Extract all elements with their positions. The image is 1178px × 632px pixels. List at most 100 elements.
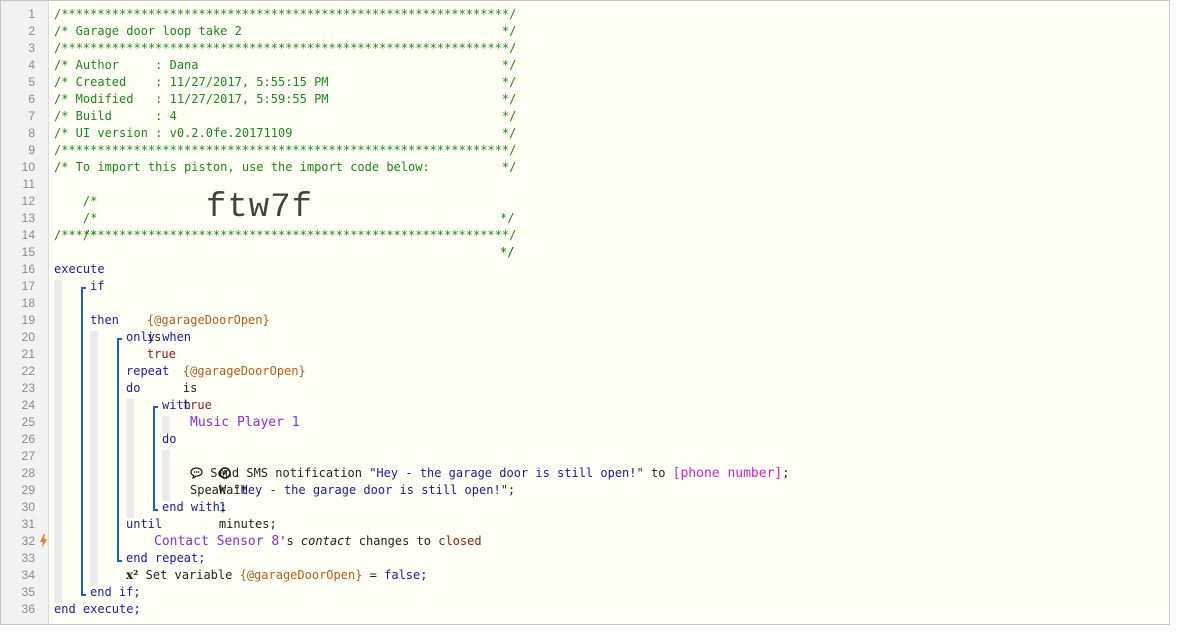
- comment-import-code-line: /* ftw7f */: [54, 191, 524, 259]
- line-number: 24: [21, 398, 35, 412]
- bracket-bottom: [117, 560, 122, 562]
- repeat-keyword[interactable]: repeat: [126, 363, 169, 380]
- line-number: 32: [21, 534, 35, 548]
- line-number: 23: [21, 381, 35, 395]
- line-number: 26: [21, 432, 35, 446]
- until-keyword[interactable]: until: [126, 516, 162, 533]
- sms-label: Send SMS notification: [210, 466, 362, 480]
- quote-close: ";: [500, 483, 516, 497]
- line-number: 29: [21, 483, 35, 497]
- device-music-player[interactable]: Music Player 1: [190, 414, 300, 431]
- line-number: 28: [21, 466, 35, 480]
- line-number: 12: [21, 194, 35, 208]
- line-number: 8: [28, 126, 35, 140]
- line-number: 7: [28, 109, 35, 123]
- bracket-bottom: [153, 509, 158, 511]
- variable-reference: {@garageDoorOpen}: [146, 313, 270, 327]
- comment-import-instructions: /* To import this piston, use the import…: [54, 160, 517, 174]
- semicolon: ;: [782, 466, 790, 480]
- comment-border: /***************************************…: [54, 41, 517, 55]
- sms-statement[interactable]: Send SMS notification "Hey - the garage …: [190, 465, 789, 482]
- lightning-bolt-icon: [40, 534, 47, 548]
- set-variable-statement[interactable]: x² Set variable {@garageDoorOpen} = fals…: [126, 567, 427, 584]
- with-keyword[interactable]: with: [162, 397, 191, 414]
- line-number: 1: [28, 7, 35, 21]
- line-number: 15: [21, 245, 35, 259]
- device-contact-sensor: Contact Sensor 8: [154, 534, 280, 549]
- semicolon: ;: [420, 568, 428, 582]
- indent-guide: [126, 399, 134, 518]
- line-number: 14: [21, 228, 35, 242]
- comment-border: /***************************************…: [54, 7, 517, 21]
- if-condition[interactable]: {@garageDoorOpen} is true: [118, 295, 270, 361]
- only-when-condition[interactable]: {@garageDoorOpen} is true: [154, 346, 306, 412]
- line-number: 34: [21, 568, 35, 582]
- comment-close: */: [500, 245, 515, 259]
- line-number: 36: [21, 602, 35, 616]
- end-execute-keyword: end execute;: [54, 602, 141, 616]
- line-number: 13: [21, 211, 35, 225]
- line-number: 9: [28, 143, 35, 157]
- only-when-keyword[interactable]: only when: [126, 329, 191, 346]
- value-closed: closed: [438, 534, 482, 548]
- line-number: 6: [28, 92, 35, 106]
- line-number: 31: [21, 517, 35, 531]
- line-number: 17: [21, 279, 35, 293]
- end-with-keyword: end with;: [162, 500, 228, 514]
- x-squared-icon: x²: [126, 568, 139, 582]
- until-condition[interactable]: Contact Sensor 8's contact changes to cl…: [154, 533, 482, 550]
- possessive: 's: [279, 534, 294, 548]
- line-number: 21: [21, 347, 35, 361]
- operator-is: is: [182, 381, 198, 395]
- do-keyword: do: [126, 381, 141, 395]
- line-number: 4: [28, 58, 35, 72]
- line-number: 30: [21, 500, 35, 514]
- comment-border: /***************************************…: [54, 143, 517, 157]
- indent-guide: [90, 331, 98, 586]
- set-variable-label: Set variable: [145, 568, 233, 582]
- comment-build: /* Build : 4 */: [54, 109, 517, 123]
- line-number: 19: [21, 313, 35, 327]
- indent-guide: [54, 280, 62, 603]
- comment-author: /* Author : Dana */: [54, 58, 517, 72]
- phone-number-placeholder: [phone number]: [672, 466, 783, 481]
- quote: ": [233, 483, 241, 497]
- speech-bubble-icon: [190, 467, 203, 479]
- execute-keyword[interactable]: execute: [54, 261, 105, 278]
- line-number: 35: [21, 585, 35, 599]
- line-number: 22: [21, 364, 35, 378]
- line-number: 3: [28, 41, 35, 55]
- line-number: 18: [21, 296, 35, 310]
- code-editor[interactable]: 1 2 3 4 5 6 7 8 9 10 11 12 13 14 15 16 1…: [0, 0, 1170, 625]
- speak-statement[interactable]: Speak "Hey - the garage door is still op…: [190, 482, 515, 499]
- indent-guide: [162, 450, 170, 501]
- value-false: false: [384, 568, 421, 582]
- comment-created: /* Created : 11/27/2017, 5:55:15 PM */: [54, 75, 517, 89]
- operator-changes: changes: [358, 534, 410, 548]
- line-number: 5: [28, 75, 35, 89]
- line-number: 33: [21, 551, 35, 565]
- comment-blank: /* */: [54, 210, 524, 259]
- speak-label: Speak: [190, 483, 227, 497]
- if-keyword[interactable]: if: [90, 278, 104, 295]
- line-number: 25: [21, 415, 35, 429]
- line-number: 10: [21, 160, 35, 174]
- line-number: 27: [21, 449, 35, 463]
- wait-statement[interactable]: Wait 1 minutes;: [190, 448, 277, 531]
- line-number: 2: [28, 24, 35, 38]
- comment-title: /* Garage door loop take 2 */: [54, 24, 517, 38]
- then-keyword: then: [90, 313, 119, 327]
- attribute-contact: contact: [300, 534, 352, 548]
- wait-unit: minutes;: [218, 517, 277, 531]
- end-repeat-keyword: end repeat;: [126, 551, 206, 565]
- comment-ui-version: /* UI version : v0.2.0fe.20171109 */: [54, 126, 517, 140]
- variable-reference: {@garageDoorOpen}: [182, 364, 306, 378]
- speak-message: Hey - the garage door is still open!: [240, 483, 501, 497]
- bracket-bottom: [81, 594, 86, 596]
- if-block-bracket: [81, 288, 83, 595]
- end-if-keyword: end if;: [90, 585, 141, 599]
- comment-modified: /* Modified : 11/27/2017, 5:59:55 PM */: [54, 92, 517, 106]
- operator-to: to: [416, 534, 431, 548]
- sms-message: Hey - the garage door is still open!: [376, 466, 637, 480]
- sms-to: " to: [636, 466, 666, 480]
